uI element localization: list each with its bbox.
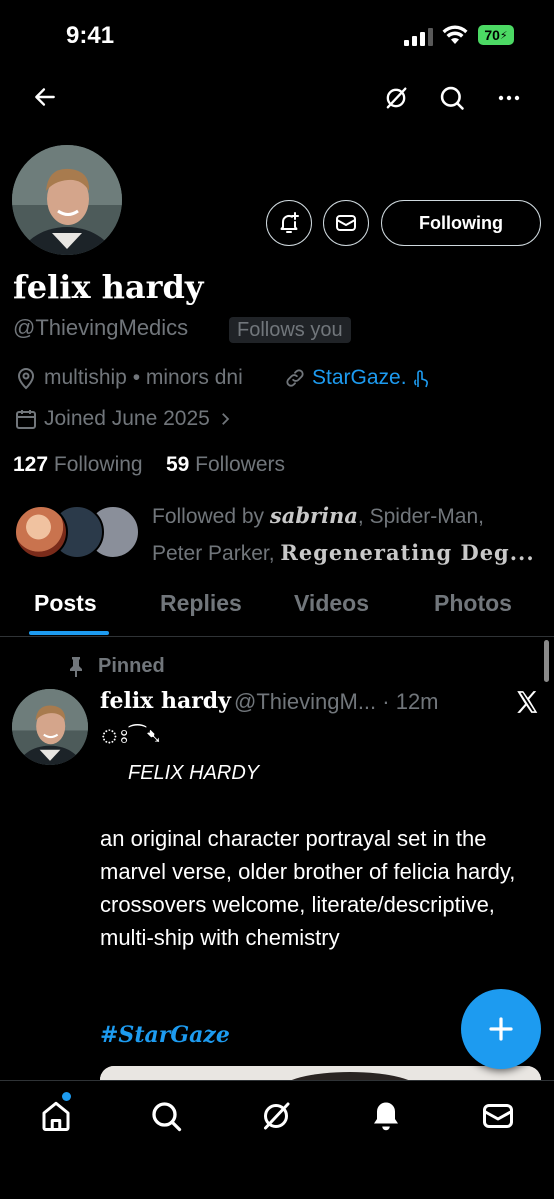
post-decoration: ঃ⁀➷: [100, 726, 163, 748]
follow-counts: 127 Following 59 Followers: [13, 453, 285, 477]
chevron-right-icon: [221, 413, 230, 425]
followed-by-name: 𝒔𝒂𝒃𝒓𝒊𝒏𝒂: [269, 503, 358, 528]
following-label: Following: [53, 453, 143, 476]
bell-plus-icon: [280, 212, 299, 233]
link-icon: [286, 369, 304, 387]
notification-dot: [62, 1092, 71, 1101]
compose-button[interactable]: [461, 989, 541, 1069]
post-avatar[interactable]: [12, 689, 88, 765]
search-icon[interactable]: [438, 84, 466, 112]
status-time: 9:41: [66, 22, 115, 49]
tab-photos[interactable]: Photos: [434, 590, 512, 617]
followers-count: 59: [165, 453, 190, 476]
location-row: multiship • minors dni: [14, 366, 243, 390]
post-title: FELIX HARDY: [128, 762, 260, 784]
battery-icon: 70 ⚡: [478, 25, 514, 45]
battery-level: 70: [484, 27, 500, 43]
followed-by-middle: , Spider-Man,: [357, 505, 484, 528]
plus-icon: [489, 1017, 513, 1041]
display-name: felix hardy: [13, 268, 204, 306]
following-button[interactable]: Following: [381, 200, 541, 246]
following-count-link[interactable]: 127 Following: [13, 453, 143, 476]
pinned-text: Pinned: [98, 655, 165, 677]
followed-by-line2: Peter Parker,: [152, 542, 281, 565]
scrollbar[interactable]: [544, 640, 549, 682]
location-pin-icon: [17, 368, 35, 390]
grok-icon[interactable]: [382, 84, 410, 112]
tabs-divider: [0, 636, 554, 637]
home-icon[interactable]: [38, 1098, 74, 1134]
followed-by-avatars[interactable]: [14, 505, 140, 559]
calendar-icon: [16, 410, 36, 429]
followed-by-text[interactable]: Followed by 𝒔𝒂𝒃𝒓𝒊𝒏𝒂, Spider-Man, Peter P…: [152, 498, 542, 572]
cellular-signal-icon: [404, 28, 434, 46]
back-arrow-icon[interactable]: [32, 84, 58, 110]
tab-replies[interactable]: Replies: [160, 590, 242, 617]
tab-posts[interactable]: Posts: [34, 590, 97, 617]
joined-text: Joined June 2025: [44, 407, 210, 430]
post-body: an original character portrayal set in t…: [100, 826, 516, 950]
active-tab-indicator: [29, 631, 109, 635]
message-button[interactable]: [323, 200, 369, 246]
pin-icon: [70, 656, 82, 677]
follower-avatar: [14, 505, 68, 559]
mail-icon: [336, 215, 356, 231]
notify-button[interactable]: [266, 200, 312, 246]
pointing-hand-icon: [413, 370, 428, 388]
grok-icon[interactable]: [258, 1098, 294, 1134]
website-link[interactable]: StarGaze.: [284, 366, 429, 390]
followed-by-prefix: Followed by: [152, 505, 270, 528]
handle: @ThievingMedics: [13, 315, 189, 340]
post-author-name[interactable]: felix hardy: [100, 688, 231, 714]
messages-icon[interactable]: [480, 1098, 516, 1134]
location-text: multiship • minors dni: [44, 366, 243, 389]
profile-avatar[interactable]: [12, 145, 122, 255]
followers-label: Followers: [195, 453, 286, 476]
pinned-label: Pinned: [66, 655, 165, 678]
website-text[interactable]: StarGaze.: [312, 366, 407, 390]
wifi-icon: [442, 24, 468, 46]
following-count: 127: [13, 453, 49, 476]
post-author-handle[interactable]: @ThievingM... · 12m: [234, 689, 439, 715]
post-hashtag[interactable]: #StarGaze: [100, 1022, 230, 1048]
tab-videos[interactable]: Videos: [294, 590, 369, 617]
followed-by-name: Regenerating Deg...: [280, 540, 535, 565]
more-icon[interactable]: [496, 86, 522, 110]
follows-you-badge: Follows you: [229, 317, 351, 343]
joined-row[interactable]: Joined June 2025: [14, 407, 234, 431]
notifications-bell-icon[interactable]: [368, 1098, 404, 1134]
x-logo-icon: [514, 689, 540, 720]
search-icon[interactable]: [148, 1098, 184, 1134]
followers-count-link[interactable]: 59 Followers: [166, 453, 285, 476]
